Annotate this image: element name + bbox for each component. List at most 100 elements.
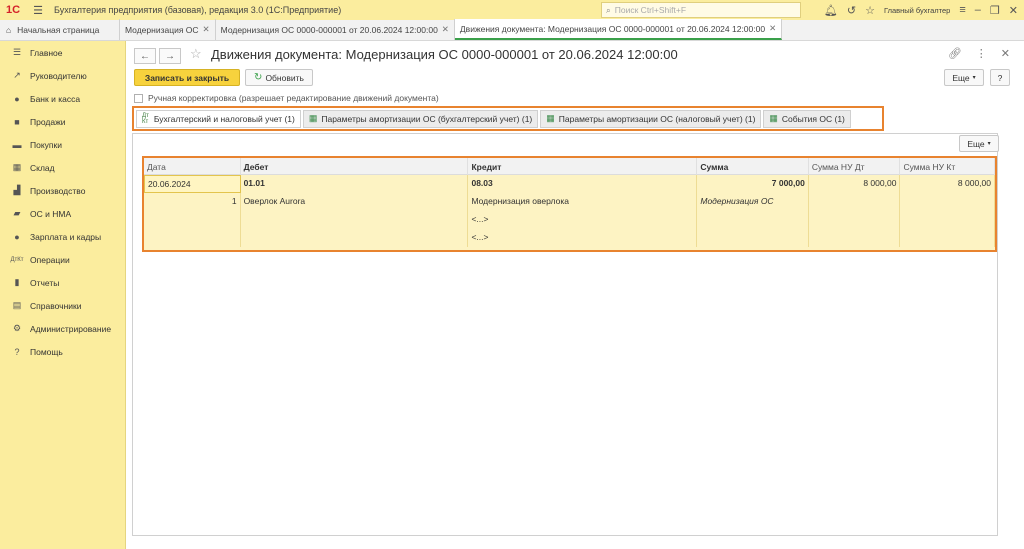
cell-empty[interactable] [697, 211, 809, 229]
cell-empty[interactable] [241, 211, 469, 229]
cell-nu-kt[interactable]: 8 000,00 [900, 175, 995, 193]
cell-amount-content[interactable]: Модернизация ОС [697, 193, 809, 211]
cell-empty[interactable] [144, 229, 241, 247]
dt-kt-icon: ДтКт [142, 112, 149, 125]
column-header-date[interactable]: Дата [144, 158, 241, 175]
close-icon[interactable]: ✕ [1001, 47, 1010, 60]
cell-date[interactable]: 20.06.2024 [144, 175, 241, 193]
more-vert-icon[interactable]: ⋮ [976, 47, 987, 60]
tab-home[interactable]: ⌂ Начальная страница [0, 19, 120, 40]
favorite-star-icon[interactable]: ☆ [190, 46, 202, 62]
tab-modernization-doc[interactable]: Модернизация ОС 0000-000001 от 20.06.202… [216, 19, 455, 40]
column-header-amount[interactable]: Сумма [697, 158, 809, 175]
cell-nu-dt[interactable]: 8 000,00 [809, 175, 901, 193]
column-header-credit[interactable]: Кредит [468, 158, 698, 175]
title-bar: 1С ☰ Бухгалтерия предприятия (базовая), … [0, 0, 1024, 20]
more-button[interactable]: Еще ▾ [944, 69, 984, 86]
close-icon[interactable]: ✕ [442, 24, 449, 35]
more-label: Еще [967, 138, 985, 149]
refresh-icon: ↻ [254, 72, 263, 83]
person-icon: ● [14, 231, 20, 242]
favorites-star-icon[interactable]: ☆ [865, 4, 875, 17]
close-icon[interactable]: ✕ [203, 24, 210, 35]
cell-credit-subconto[interactable]: <...> [468, 229, 698, 247]
minimize-icon[interactable]: – [975, 4, 981, 16]
tab-accounting[interactable]: Дт Кт Бухгалтерский и налоговый учет (1) [136, 109, 301, 128]
cell-empty[interactable] [697, 229, 809, 247]
open-tabs-bar: ⌂ Начальная страница Модернизация ОС ✕ М… [0, 19, 1024, 41]
book-icon: ▤ [12, 300, 22, 310]
sidebar-item-bank[interactable]: ● Банк и касса [0, 87, 125, 110]
close-icon[interactable]: ✕ [769, 23, 776, 34]
sidebar-item-reports[interactable]: ▮ Отчеты [0, 271, 125, 294]
help-button[interactable]: ? [990, 69, 1010, 86]
history-icon[interactable]: ↺ [847, 4, 856, 17]
save-close-button[interactable]: Записать и закрыть [134, 69, 240, 86]
cart-icon: ▬ [12, 139, 22, 150]
sidebar-item-label: Руководителю [30, 70, 87, 81]
sidebar-item-purchases[interactable]: ▬ Покупки [0, 133, 125, 156]
cell-empty[interactable] [900, 229, 995, 247]
cell-empty[interactable] [809, 211, 901, 229]
bell-icon[interactable]: 🔔︎ [824, 4, 838, 17]
tab-document-movements[interactable]: Движения документа: Модернизация ОС 0000… [454, 19, 783, 40]
cell-credit-account[interactable]: 08.03 [468, 175, 698, 193]
back-button[interactable]: ← [134, 48, 156, 64]
table-row[interactable]: <...> [144, 229, 995, 247]
column-header-nu-kt[interactable]: Сумма НУ Кт [900, 158, 995, 175]
sidebar-item-help[interactable]: ? Помощь [0, 340, 125, 363]
user-name[interactable]: Главный бухгалтер [884, 6, 950, 15]
search-input[interactable]: ⌕ Поиск Ctrl+Shift+F [601, 2, 801, 18]
manual-correction-label: Ручная корректировка (разрешает редактир… [148, 93, 439, 103]
sidebar-item-sales[interactable]: ■ Продажи [0, 110, 125, 133]
tab-label: Модернизация ОС [125, 24, 199, 35]
close-icon[interactable]: ✕ [1009, 4, 1018, 17]
sidebar-item-production[interactable]: ▟ Производство [0, 179, 125, 202]
column-header-debit[interactable]: Дебет [241, 158, 469, 175]
panel-more-button[interactable]: Еще ▾ [959, 135, 999, 152]
cell-credit-subconto[interactable]: <...> [468, 211, 698, 229]
manual-correction-row[interactable]: Ручная корректировка (разрешает редактир… [134, 93, 439, 103]
cell-empty[interactable] [809, 193, 901, 211]
sidebar-item-main[interactable]: ☰ Главное [0, 41, 125, 64]
chevron-down-icon: ▾ [987, 141, 991, 147]
tab-depreciation-tax[interactable]: ▦ Параметры амортизации ОС (налоговый уч… [540, 109, 762, 128]
arrow-right-icon: → [165, 50, 175, 62]
sidebar-item-label: Отчеты [30, 277, 60, 288]
cell-empty[interactable] [144, 211, 241, 229]
sidebar-item-warehouse[interactable]: ▦ Склад [0, 156, 125, 179]
cell-number[interactable]: 1 [144, 193, 241, 211]
cell-empty[interactable] [900, 193, 995, 211]
sidebar-item-label: Покупки [30, 139, 62, 150]
settings-icon[interactable]: ≡ [959, 4, 965, 16]
tab-asset-events[interactable]: ▦ События ОС (1) [763, 109, 851, 128]
cell-debit-account[interactable]: 01.01 [241, 175, 469, 193]
link-icon[interactable]: 🔗︎ [948, 47, 962, 60]
sidebar-item-admin[interactable]: ⚙ Администрирование [0, 317, 125, 340]
cell-credit-subconto[interactable]: Модернизация оверлока [468, 193, 698, 211]
sidebar-item-catalogs[interactable]: ▤ Справочники [0, 294, 125, 317]
cell-empty[interactable] [241, 229, 469, 247]
sidebar-item-payroll[interactable]: ● Зарплата и кадры [0, 225, 125, 248]
restore-icon[interactable]: ❐ [990, 4, 1000, 17]
refresh-button[interactable]: ↻ Обновить [245, 69, 313, 86]
menu-icon[interactable]: ☰ [30, 4, 46, 17]
sidebar-item-label: Производство [30, 185, 86, 196]
table-row[interactable]: <...> [144, 211, 995, 229]
forward-button[interactable]: → [159, 48, 181, 64]
table-row[interactable]: 20.06.2024 01.01 08.03 7 000,00 8 000,00… [144, 175, 995, 193]
sidebar-item-operations[interactable]: ДтКт Операции [0, 248, 125, 271]
cell-empty[interactable] [809, 229, 901, 247]
manual-correction-checkbox[interactable] [134, 93, 143, 103]
tab-modernization-list[interactable]: Модернизация ОС ✕ [120, 19, 216, 40]
app-title: Бухгалтерия предприятия (базовая), редак… [54, 5, 342, 15]
tab-depreciation-accounting[interactable]: ▦ Параметры амортизации ОС (бухгалтерски… [302, 109, 539, 128]
table-row[interactable]: 1 Оверлок Aurora Модернизация оверлока М… [144, 193, 995, 211]
tab-label: Параметры амортизации ОС (бухгалтерский … [321, 113, 533, 124]
column-header-nu-dt[interactable]: Сумма НУ Дт [809, 158, 901, 175]
sidebar-item-fixed-assets[interactable]: ▰ ОС и НМА [0, 202, 125, 225]
sidebar-item-management[interactable]: ↗ Руководителю [0, 64, 125, 87]
cell-amount[interactable]: 7 000,00 [697, 175, 809, 193]
cell-empty[interactable] [900, 211, 995, 229]
cell-debit-subconto[interactable]: Оверлок Aurora [241, 193, 469, 211]
